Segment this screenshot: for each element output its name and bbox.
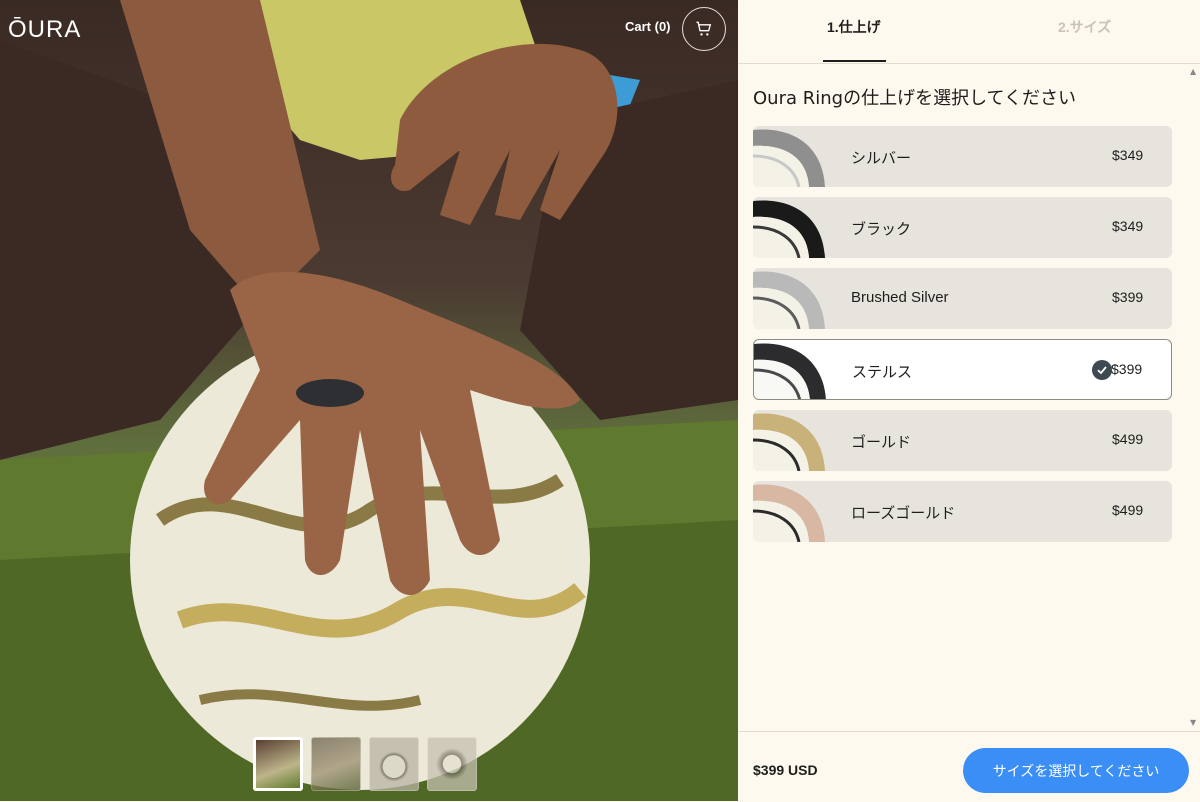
ring-gold-icon bbox=[753, 413, 825, 471]
oura-logo[interactable]: ŌURA bbox=[8, 16, 81, 44]
hero-photo bbox=[0, 0, 738, 801]
select-size-button[interactable]: サイズを選択してください bbox=[963, 748, 1189, 793]
option-price: $349 bbox=[1112, 147, 1144, 163]
thumbnail-4[interactable] bbox=[427, 737, 477, 791]
thumbnail-3[interactable] bbox=[369, 737, 419, 791]
option-name: シルバー bbox=[851, 150, 912, 167]
option-price: $499 bbox=[1112, 431, 1144, 447]
option-price: $399 bbox=[1111, 361, 1143, 377]
ring-silver-icon bbox=[753, 129, 825, 187]
finish-options: シルバー $349 ブラック $349 Brushed Silver $399 bbox=[753, 126, 1172, 552]
cart-icon bbox=[696, 21, 712, 36]
option-price: $499 bbox=[1112, 502, 1144, 518]
option-name: ゴールド bbox=[851, 434, 912, 451]
scroll-up-arrow-icon[interactable]: ▲ bbox=[1190, 67, 1196, 76]
tab-finish[interactable]: 1.仕上げ bbox=[827, 17, 881, 37]
ring-stealth-icon bbox=[754, 343, 826, 399]
checkout-footer: $399 USD サイズを選択してください bbox=[738, 731, 1200, 802]
thumbnail-strip bbox=[253, 737, 477, 791]
thumbnail-2[interactable] bbox=[311, 737, 361, 791]
option-name: ステルス bbox=[852, 364, 913, 381]
ring-black-icon bbox=[753, 200, 825, 258]
option-rose-gold[interactable]: ローズゴールド $499 bbox=[753, 481, 1172, 542]
thumbnail-1[interactable] bbox=[253, 737, 303, 791]
option-name: ブラック bbox=[851, 221, 912, 238]
page-title: Oura Ringの仕上げを選択してください bbox=[753, 88, 1076, 109]
ring-rose-gold-icon bbox=[753, 484, 825, 542]
option-name: ローズゴールド bbox=[851, 505, 956, 522]
option-stealth[interactable]: ステルス $399 bbox=[753, 339, 1172, 400]
active-tab-indicator bbox=[823, 60, 886, 62]
option-price: $399 bbox=[1112, 289, 1144, 305]
option-brushed-silver[interactable]: Brushed Silver $399 bbox=[753, 268, 1172, 329]
option-gold[interactable]: ゴールド $499 bbox=[753, 410, 1172, 471]
total-price: $399 USD bbox=[753, 762, 818, 778]
option-silver[interactable]: シルバー $349 bbox=[753, 126, 1172, 187]
option-price: $349 bbox=[1112, 218, 1144, 234]
cart-link[interactable]: Cart (0) bbox=[625, 19, 671, 34]
scroll-down-arrow-icon[interactable]: ▼ bbox=[1190, 718, 1196, 727]
option-black[interactable]: ブラック $349 bbox=[753, 197, 1172, 258]
hero-image: ŌURA Cart (0) bbox=[0, 0, 738, 801]
ring-brushed-silver-icon bbox=[753, 271, 825, 329]
configurator-panel: 1.仕上げ 2.サイズ Oura Ringの仕上げを選択してください シルバー … bbox=[738, 0, 1200, 802]
step-tabs: 1.仕上げ 2.サイズ bbox=[738, 0, 1200, 64]
selected-check-icon bbox=[1092, 360, 1112, 380]
scrollbar[interactable]: ▲ ▼ bbox=[1186, 63, 1200, 731]
option-name: Brushed Silver bbox=[851, 289, 949, 306]
tab-size[interactable]: 2.サイズ bbox=[1058, 17, 1111, 37]
cart-button[interactable] bbox=[682, 7, 726, 51]
